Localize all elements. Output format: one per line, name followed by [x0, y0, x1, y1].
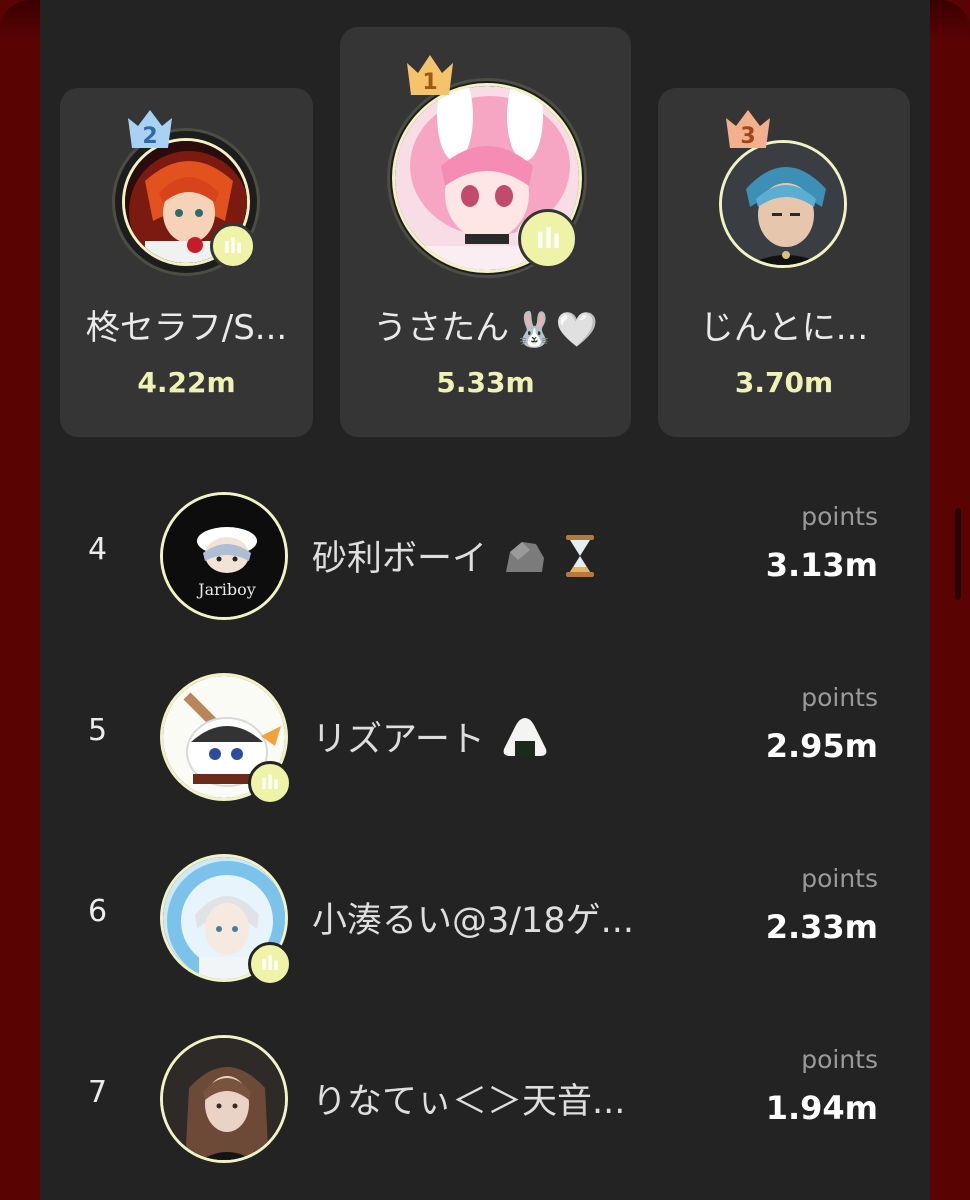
avatar-wrap [160, 673, 292, 805]
podium-score: 3.70m [734, 366, 834, 399]
rabbit-heart-emoji-icon: 🐰🤍 [513, 309, 598, 350]
crown-rank-label: 1 [422, 70, 437, 95]
crown-icon: 3 [722, 104, 774, 152]
live-badge-icon [210, 223, 256, 269]
points-label: points [801, 864, 878, 893]
points-label: points [801, 502, 878, 531]
avatar [160, 1035, 288, 1163]
username: りなてぃ＜＞天音... [312, 1082, 626, 1122]
ranking-row[interactable]: 6 小湊るい@3/18ゲ... points 2.33m [40, 844, 930, 986]
ranking-row[interactable]: 7 りなてぃ＜＞天音... points 1.94m [40, 1025, 930, 1165]
ranking-row[interactable]: 4 Jariboy 砂利ボーイ points 3.13m [40, 482, 930, 622]
rank-number: 7 [88, 1075, 108, 1110]
onigiri-icon [500, 715, 550, 768]
avatar: Jariboy [160, 492, 288, 620]
jariboy-avatar-text: Jariboy [196, 580, 256, 599]
podium-name: じんとに... [699, 308, 869, 348]
rank-number: 6 [88, 894, 108, 929]
live-badge-icon [248, 942, 292, 986]
avatar [719, 140, 847, 268]
avatar-wrap [160, 854, 292, 986]
live-badge-icon [248, 761, 292, 805]
rank-number: 5 [88, 713, 108, 748]
podium-score: 5.33m [436, 366, 535, 399]
points-value: 2.95m [765, 727, 878, 765]
crown-rank-label: 3 [740, 124, 755, 149]
podium-card-rank-3[interactable]: 3 じんとに... 3.70m [658, 88, 910, 437]
username-text: リズアート [312, 720, 485, 760]
hourglass-icon [563, 533, 597, 588]
crown-rank-label: 2 [142, 124, 157, 149]
app-frame: 2 柊セラフ/S... 4.22m 1 うさたん 🐰🤍 5.33m 3 じんとに… [0, 0, 970, 1200]
crown-icon: 2 [124, 104, 176, 152]
podium-score: 4.22m [137, 366, 236, 399]
podium-name: うさたん 🐰🤍 [340, 300, 631, 350]
username: リズアート [312, 711, 550, 768]
rock-icon [502, 536, 548, 585]
avatar-wrap [160, 1035, 288, 1163]
live-badge-icon [518, 209, 578, 269]
crown-icon: 1 [403, 49, 457, 99]
points-label: points [801, 683, 878, 712]
username-text: 砂利ボーイ [312, 539, 488, 579]
podium-name: 柊セラフ/S... [85, 308, 288, 348]
podium-name-text: うさたん [373, 308, 510, 348]
username: 砂利ボーイ [312, 530, 597, 588]
podium-card-rank-2[interactable]: 2 柊セラフ/S... 4.22m [60, 88, 313, 437]
points-value: 3.13m [765, 546, 878, 584]
ranking-row[interactable]: 5 リズアート points 2.95m [40, 663, 930, 805]
points-label: points [801, 1045, 878, 1074]
points-value: 2.33m [765, 908, 878, 946]
avatar-wrap: Jariboy [160, 492, 288, 620]
rank-number: 4 [88, 532, 108, 567]
points-value: 1.94m [765, 1089, 878, 1127]
podium-card-rank-1[interactable]: 1 うさたん 🐰🤍 5.33m [340, 27, 631, 437]
scrollbar[interactable] [955, 508, 961, 600]
username: 小湊るい@3/18ゲ... [312, 901, 634, 941]
